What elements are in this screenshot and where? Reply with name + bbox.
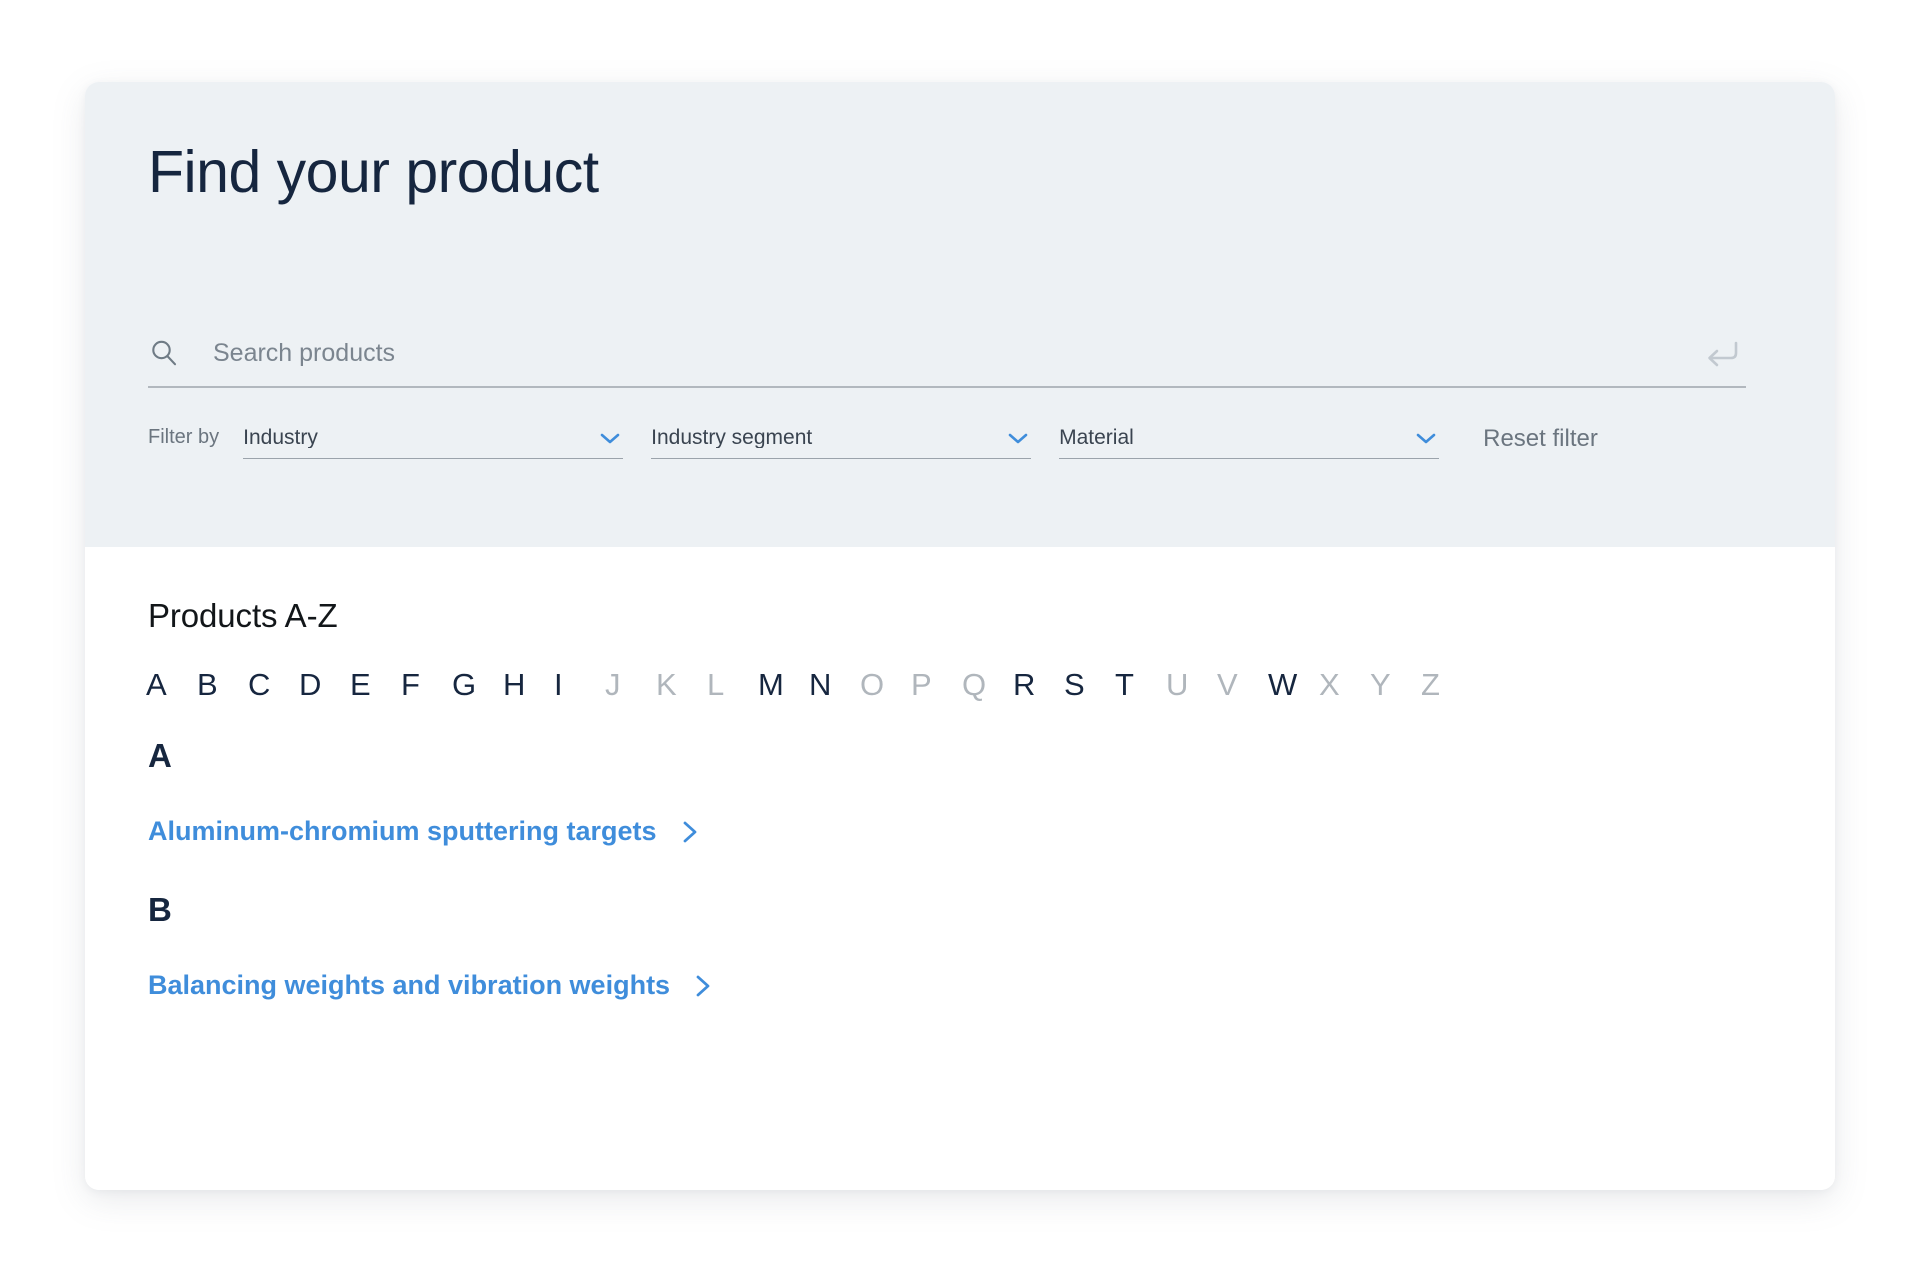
alphabet-letter-n[interactable]: N — [809, 669, 860, 700]
alphabet-letter-p: P — [911, 669, 962, 700]
enter-return-arrow-icon[interactable] — [1700, 336, 1744, 370]
filter-select-industry-segment[interactable]: Industry segment — [651, 427, 1031, 459]
alphabet-letter-k: K — [656, 669, 707, 700]
alphabet-letter-v: V — [1217, 669, 1268, 700]
product-link[interactable]: Aluminum-chromium sputtering targets — [148, 818, 701, 845]
alphabet-letter-d[interactable]: D — [299, 669, 350, 700]
product-link[interactable]: Balancing weights and vibration weights — [148, 972, 714, 999]
alphabet-letter-w[interactable]: W — [1268, 669, 1319, 700]
chevron-down-icon — [597, 430, 623, 446]
alphabet-letter-s[interactable]: S — [1064, 669, 1115, 700]
filter-select-industry-segment-value: Industry segment — [651, 427, 1005, 448]
alphabet-letter-e[interactable]: E — [350, 669, 401, 700]
product-link-label: Aluminum-chromium sputtering targets — [148, 818, 657, 845]
alphabet-letter-y: Y — [1370, 669, 1421, 700]
alphabet-letter-r[interactable]: R — [1013, 669, 1064, 700]
alphabet-letter-j: J — [605, 669, 656, 700]
alphabet-letter-l: L — [707, 669, 758, 700]
search-icon — [148, 337, 180, 369]
product-list-item: Balancing weights and vibration weights — [148, 972, 1748, 1047]
card-header: Find your product — [85, 82, 1835, 547]
filter-select-industry[interactable]: Industry — [243, 427, 623, 459]
product-list-item: Aluminum-chromium sputtering targets — [148, 818, 1748, 893]
alphabet-letter-x: X — [1319, 669, 1370, 700]
alphabet-letter-i[interactable]: I — [554, 669, 605, 700]
product-group-b: B Balancing weights and vibration weights — [148, 893, 1748, 1047]
card-body: Products A-Z ABCDEFGHIJKLMNOPQRSTUVWXYZ … — [85, 547, 1835, 1190]
alphabet-letter-z: Z — [1421, 669, 1472, 700]
page-root: Find your product — [0, 0, 1920, 1271]
product-group-letter: A — [148, 739, 1748, 772]
products-section-title: Products A-Z — [148, 597, 338, 635]
alphabet-letter-f[interactable]: F — [401, 669, 452, 700]
search-bar[interactable] — [148, 320, 1746, 388]
alphabet-index: ABCDEFGHIJKLMNOPQRSTUVWXYZ — [146, 669, 1472, 700]
page-title: Find your product — [148, 139, 599, 205]
alphabet-letter-b[interactable]: B — [197, 669, 248, 700]
alphabet-letter-u: U — [1166, 669, 1217, 700]
filter-select-material-value: Material — [1059, 427, 1413, 448]
filter-select-industry-value: Industry — [243, 427, 597, 448]
chevron-right-icon — [679, 819, 701, 845]
chevron-down-icon — [1413, 430, 1439, 446]
product-link-label: Balancing weights and vibration weights — [148, 972, 670, 999]
filter-by-label: Filter by — [148, 427, 219, 459]
alphabet-letter-q: Q — [962, 669, 1013, 700]
filter-row: Filter by Industry Industry segment — [148, 427, 1758, 459]
reset-filter-button[interactable]: Reset filter — [1483, 427, 1598, 459]
product-finder-card: Find your product — [85, 82, 1835, 1190]
chevron-right-icon — [692, 973, 714, 999]
product-group-letter: B — [148, 893, 1748, 926]
chevron-down-icon — [1005, 430, 1031, 446]
alphabet-letter-g[interactable]: G — [452, 669, 503, 700]
alphabet-letter-a[interactable]: A — [146, 669, 197, 700]
product-group-a: A Aluminum-chromium sputtering targets — [148, 739, 1748, 893]
product-groups: A Aluminum-chromium sputtering targets B Ba… — [148, 739, 1748, 1047]
search-input[interactable] — [213, 331, 1700, 375]
alphabet-letter-c[interactable]: C — [248, 669, 299, 700]
filter-select-material[interactable]: Material — [1059, 427, 1439, 459]
alphabet-letter-t[interactable]: T — [1115, 669, 1166, 700]
alphabet-letter-h[interactable]: H — [503, 669, 554, 700]
alphabet-letter-o: O — [860, 669, 911, 700]
alphabet-letter-m[interactable]: M — [758, 669, 809, 700]
